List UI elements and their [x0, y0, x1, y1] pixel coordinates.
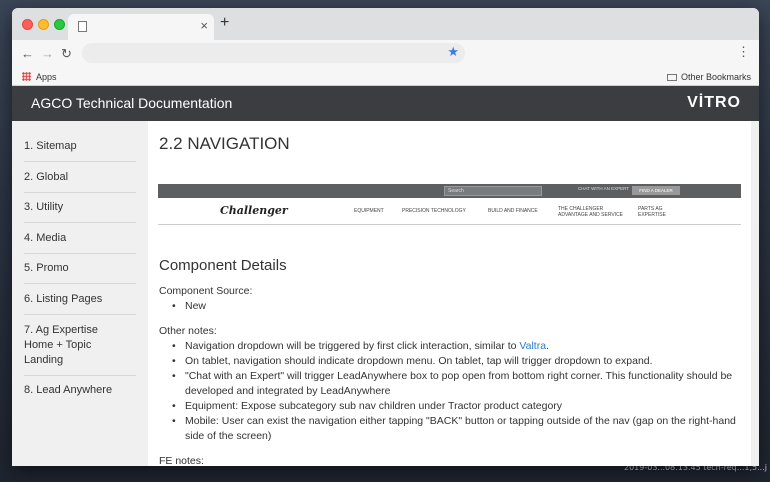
list-item: Equipment: Expose subcategory sub nav ch…: [172, 399, 742, 414]
list-item: Navigation dropdown will be triggered by…: [172, 339, 742, 354]
forward-icon[interactable]: →: [41, 46, 54, 61]
note-text: Navigation dropdown will be triggered by…: [185, 340, 520, 352]
preview-utility-bar: Search CHAT WITH AN EXPERT FIND A DEALER: [158, 184, 741, 198]
sidebar: 1. Sitemap 2. Global 3. Utility 4. Media…: [12, 121, 136, 466]
sidebar-item-global[interactable]: 2. Global: [24, 170, 136, 193]
address-bar[interactable]: ★: [82, 43, 465, 63]
site-title[interactable]: AGCO Technical Documentation: [31, 95, 232, 111]
list-item: New: [172, 299, 742, 314]
reload-icon[interactable]: ↻: [61, 46, 72, 62]
minimize-window-button[interactable]: [38, 19, 49, 30]
preview-nav-item: EQUIPMENT: [354, 208, 384, 214]
back-icon[interactable]: ←: [21, 46, 34, 61]
document-icon: [78, 21, 87, 32]
title-bar: × +: [12, 8, 759, 40]
other-notes-label: Other notes:: [159, 325, 217, 337]
site-header: AGCO Technical Documentation VİTRO: [12, 86, 759, 121]
other-notes-list: Navigation dropdown will be triggered by…: [172, 339, 742, 444]
scrollbar[interactable]: [751, 121, 759, 466]
apps-bookmark[interactable]: Apps: [36, 72, 57, 82]
preview-nav-item: PARTS AG EXPERTISE: [638, 206, 666, 218]
browser-tab[interactable]: ×: [68, 14, 214, 40]
list-item: "Chat with an Expert" will trigger LeadA…: [172, 369, 742, 399]
browser-menu-icon[interactable]: ⋮: [737, 44, 750, 60]
component-source-label: Component Source:: [159, 285, 253, 297]
new-tab-button[interactable]: +: [220, 14, 229, 32]
preview-dealer-button: FIND A DEALER: [632, 186, 680, 195]
bookmark-star-icon[interactable]: ★: [447, 44, 459, 60]
browser-window: × + ← → ↻ ★ ⋮ Apps Other Bookmarks AGCO …: [12, 8, 759, 466]
preview-nav-item: BUILD AND FINANCE: [488, 208, 538, 214]
main-content: 2.2 NAVIGATION Search CHAT WITH AN EXPER…: [148, 121, 751, 466]
sidebar-item-sitemap[interactable]: 1. Sitemap: [24, 139, 136, 162]
preview-nav-item: THE CHALLENGER ADVANTAGE AND SERVICE: [558, 206, 624, 218]
sidebar-item-utility[interactable]: 3. Utility: [24, 200, 136, 223]
sidebar-item-lead-anywhere[interactable]: 8. Lead Anywhere: [24, 383, 124, 398]
apps-grid-icon[interactable]: [22, 72, 31, 81]
list-item: On tablet, navigation should indicate dr…: [172, 354, 742, 369]
preview-search: Search: [444, 186, 542, 196]
page-content: 1. Sitemap 2. Global 3. Utility 4. Media…: [12, 121, 759, 466]
component-source-list: New: [172, 299, 742, 314]
valtra-link[interactable]: Valtra: [519, 340, 546, 352]
sidebar-item-listing-pages[interactable]: 6. Listing Pages: [24, 292, 136, 315]
component-details-heading: Component Details: [159, 257, 287, 274]
note-text: .: [546, 340, 549, 352]
other-bookmarks-label: Other Bookmarks: [680, 72, 751, 82]
preview-nav-item: PRECISION TECHNOLOGY: [402, 208, 466, 214]
sidebar-item-promo[interactable]: 5. Promo: [24, 261, 136, 284]
challenger-logo: Challenger: [220, 204, 288, 217]
sidebar-item-media[interactable]: 4. Media: [24, 231, 136, 254]
zoom-window-button[interactable]: [54, 19, 65, 30]
bookmarks-bar: Apps Other Bookmarks: [12, 68, 759, 86]
vitro-logo[interactable]: VİTRO: [687, 94, 741, 112]
fe-notes-label: FE notes:: [159, 455, 204, 466]
browser-toolbar: ← → ↻ ★ ⋮: [12, 40, 759, 68]
navigation-preview-image: Search CHAT WITH AN EXPERT FIND A DEALER…: [158, 184, 741, 225]
other-bookmarks[interactable]: Other Bookmarks: [666, 72, 751, 82]
preview-chat-link: CHAT WITH AN EXPERT: [578, 186, 630, 191]
close-window-button[interactable]: [22, 19, 33, 30]
tab-close-icon[interactable]: ×: [200, 18, 208, 33]
sidebar-item-ag-expertise[interactable]: 7. Ag Expertise Home + Topic Landing: [24, 323, 136, 376]
folder-icon: [666, 74, 677, 81]
page-title: 2.2 NAVIGATION: [159, 134, 290, 153]
list-item: Mobile: User can exist the navigation ei…: [172, 414, 742, 444]
